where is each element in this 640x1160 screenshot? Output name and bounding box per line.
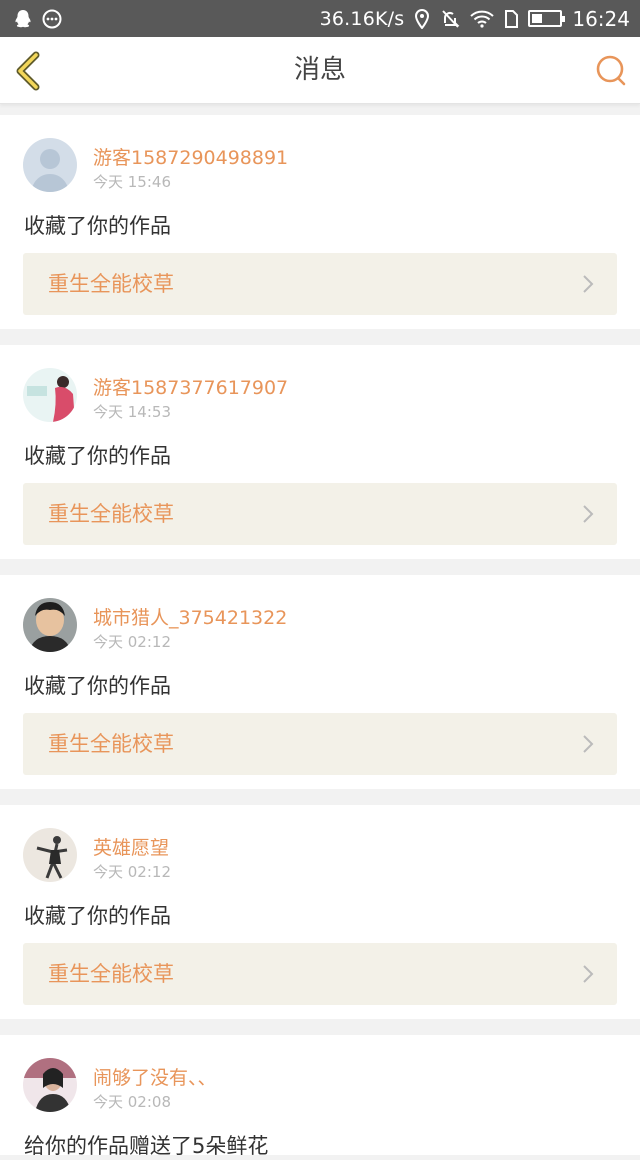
network-speed: 36.16K/s <box>319 7 405 30</box>
timestamp: 今天 02:12 <box>93 633 171 651</box>
status-bar-right: 36.16K/s 16:24 <box>320 7 630 31</box>
message-card: 城市猎人_375421322 今天 02:12 收藏了你的作品 重生全能校草 <box>0 575 640 789</box>
action-text: 给你的作品赠送了5朵鲜花 <box>24 1134 269 1158</box>
search-button[interactable] <box>594 54 628 88</box>
message-card: 游客1587377617907 今天 14:53 收藏了你的作品 重生全能校草 <box>0 345 640 559</box>
status-bar-left <box>14 9 62 29</box>
action-text: 收藏了你的作品 <box>24 444 171 468</box>
timestamp: 今天 14:53 <box>93 403 171 421</box>
timestamp: 今天 02:08 <box>93 1093 171 1111</box>
avatar[interactable] <box>23 828 77 882</box>
work-title: 重生全能校草 <box>48 272 174 296</box>
user-photo-icon <box>23 1058 77 1112</box>
avatar[interactable] <box>23 138 77 192</box>
action-text: 收藏了你的作品 <box>24 674 171 698</box>
work-title: 重生全能校草 <box>48 732 174 756</box>
page-title: 消息 <box>293 55 346 85</box>
user-photo-icon <box>23 368 77 422</box>
chevron-right-icon <box>583 965 594 983</box>
username[interactable]: 游客1587377617907 <box>93 373 288 400</box>
avatar[interactable] <box>23 368 77 422</box>
work-link[interactable]: 重生全能校草 <box>23 253 617 315</box>
chevron-right-icon <box>583 505 594 523</box>
action-text: 收藏了你的作品 <box>24 214 171 238</box>
timestamp: 今天 15:46 <box>93 173 171 191</box>
username[interactable]: 闹够了没有、、 <box>93 1063 217 1090</box>
status-bar: 36.16K/s 16:24 <box>0 0 640 37</box>
search-icon <box>596 55 626 86</box>
chevron-right-icon <box>583 735 594 753</box>
avatar[interactable] <box>23 1058 77 1112</box>
username[interactable]: 游客1587290498891 <box>93 143 288 170</box>
sim-icon <box>505 9 519 28</box>
work-link[interactable]: 重生全能校草 <box>23 483 617 545</box>
battery-icon <box>528 10 566 27</box>
work-link[interactable]: 重生全能校草 <box>23 713 617 775</box>
location-icon <box>415 8 430 29</box>
work-title: 重生全能校草 <box>48 502 174 526</box>
work-link[interactable]: 重生全能校草 <box>23 943 617 1005</box>
message-card: 英雄愿望 今天 02:12 收藏了你的作品 重生全能校草 <box>0 805 640 1019</box>
message-card: 游客1587290498891 今天 15:46 收藏了你的作品 重生全能校草 <box>0 115 640 329</box>
message-list: 游客1587290498891 今天 15:46 收藏了你的作品 重生全能校草 … <box>0 115 640 1158</box>
username[interactable]: 英雄愿望 <box>93 833 169 860</box>
default-avatar-icon <box>23 138 77 192</box>
app-header: 消息 <box>0 37 640 104</box>
message-card: 闹够了没有、、 今天 02:08 给你的作品赠送了5朵鲜花 <box>0 1035 640 1158</box>
user-photo-icon <box>23 828 77 882</box>
mute-icon <box>442 9 460 28</box>
work-title: 重生全能校草 <box>48 962 174 986</box>
wifi-icon <box>470 10 495 28</box>
message-icon <box>42 9 62 28</box>
chevron-right-icon <box>583 275 594 293</box>
user-photo-icon <box>23 598 77 652</box>
action-text: 收藏了你的作品 <box>24 904 171 928</box>
clock: 16:24 <box>572 6 630 31</box>
qq-icon <box>15 9 31 27</box>
username[interactable]: 城市猎人_375421322 <box>93 603 287 630</box>
timestamp: 今天 02:12 <box>93 863 171 881</box>
avatar[interactable] <box>23 598 77 652</box>
